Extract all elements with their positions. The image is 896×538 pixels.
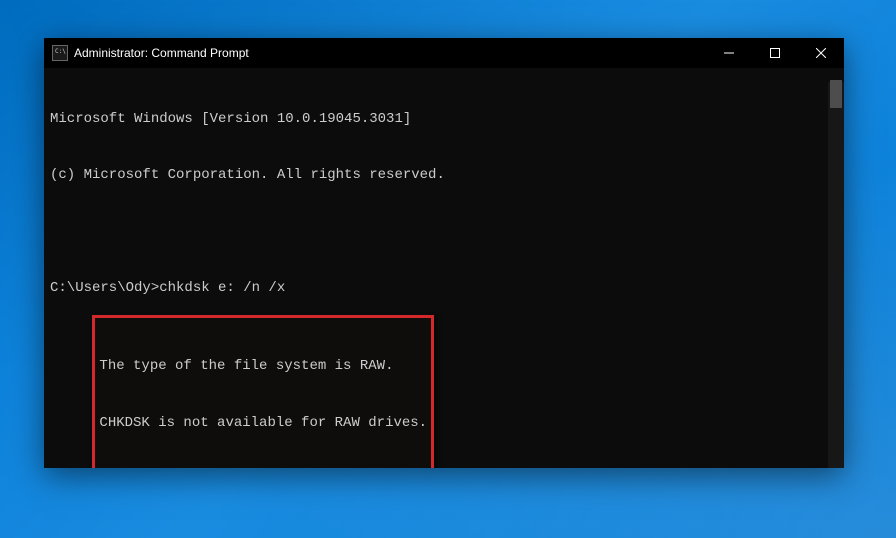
error-highlight-box: The type of the file system is RAW. CHKD…	[92, 315, 434, 468]
version-line: Microsoft Windows [Version 10.0.19045.30…	[50, 110, 838, 129]
command-line-1: C:\Users\Ody>chkdsk e: /n /x	[50, 279, 838, 298]
titlebar[interactable]: Administrator: Command Prompt	[44, 38, 844, 68]
window-title: Administrator: Command Prompt	[74, 46, 706, 60]
command-prompt-window: Administrator: Command Prompt Microsoft …	[44, 38, 844, 468]
command-1: chkdsk e: /n /x	[159, 280, 285, 296]
output-line-2: CHKDSK is not available for RAW drives.	[99, 414, 427, 433]
maximize-button[interactable]	[752, 38, 798, 68]
terminal-content: Microsoft Windows [Version 10.0.19045.30…	[50, 72, 838, 468]
output-line-1: The type of the file system is RAW.	[99, 357, 427, 376]
minimize-button[interactable]	[706, 38, 752, 68]
window-controls	[706, 38, 844, 68]
close-button[interactable]	[798, 38, 844, 68]
copyright-line: (c) Microsoft Corporation. All rights re…	[50, 166, 838, 185]
prompt-1: C:\Users\Ody>	[50, 280, 159, 296]
terminal-body[interactable]: Microsoft Windows [Version 10.0.19045.30…	[44, 68, 844, 468]
cmd-icon	[52, 45, 68, 61]
